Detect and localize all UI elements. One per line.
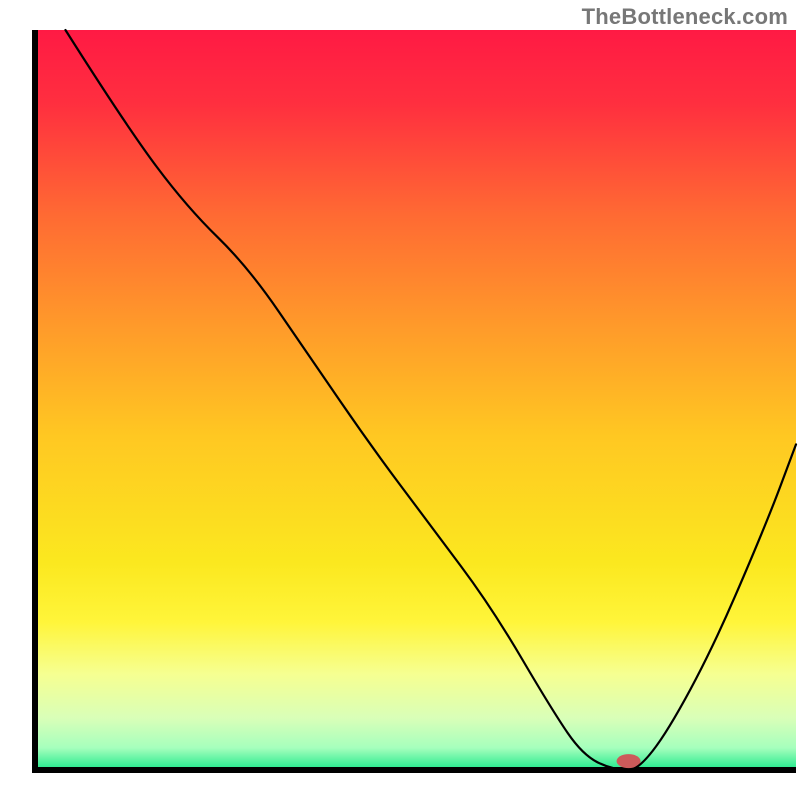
watermark-label: TheBottleneck.com [582, 4, 788, 30]
chart-container: TheBottleneck.com [0, 0, 800, 800]
bottleneck-chart [0, 0, 800, 800]
plot-background [35, 30, 796, 770]
